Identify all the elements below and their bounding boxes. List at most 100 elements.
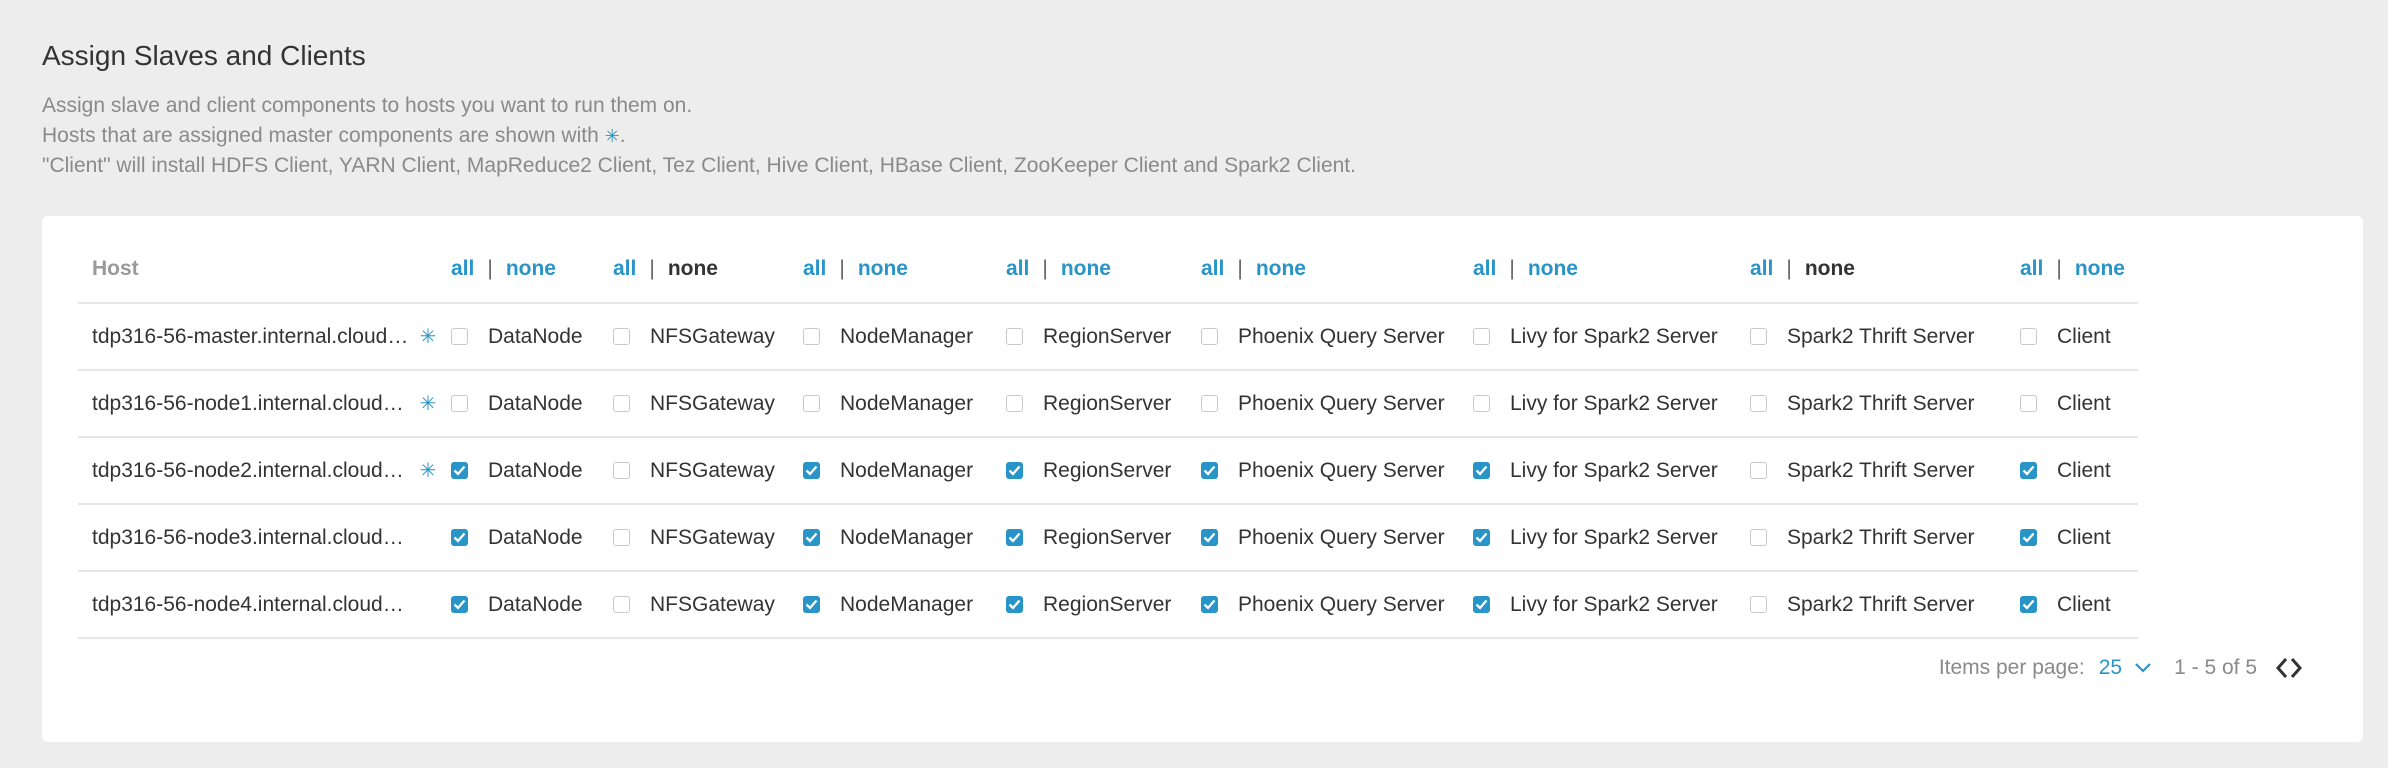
component-checkbox[interactable] — [803, 395, 820, 412]
component-checkbox[interactable] — [803, 596, 820, 613]
component-checkbox[interactable] — [451, 462, 468, 479]
select-none-link[interactable]: none — [506, 257, 556, 281]
component-checkbox[interactable] — [2020, 596, 2037, 613]
component-checkbox[interactable] — [1473, 395, 1490, 412]
component-checkbox[interactable] — [1006, 596, 1023, 613]
component-cell: Client — [2020, 303, 2138, 371]
component-checkbox[interactable] — [451, 395, 468, 412]
chevron-down-icon[interactable] — [2134, 662, 2152, 674]
component-label: NFSGateway — [650, 592, 775, 616]
component-checkbox[interactable] — [1201, 328, 1218, 345]
component-cell: NodeManager — [803, 504, 1006, 572]
select-all-link[interactable]: all — [1750, 257, 1773, 281]
check-icon — [1203, 599, 1216, 610]
page-title: Assign Slaves and Clients — [42, 40, 366, 71]
separator: | — [649, 257, 655, 280]
host-wrap: tdp316-56-node1.internal.cloudapp.net ✳ — [78, 391, 451, 416]
component-cell: RegionServer — [1006, 504, 1201, 572]
component-checkbox[interactable] — [613, 596, 630, 613]
component-label: Client — [2057, 324, 2111, 348]
component-checkbox[interactable] — [1473, 328, 1490, 345]
component-checkbox[interactable] — [803, 529, 820, 546]
select-all-link[interactable]: all — [2020, 257, 2043, 281]
component-checkbox[interactable] — [1750, 328, 1767, 345]
component-checkbox[interactable] — [803, 328, 820, 345]
select-all-link[interactable]: all — [1006, 257, 1029, 281]
select-none-link[interactable]: none — [2075, 257, 2125, 281]
component-cell: Livy for Spark2 Server — [1473, 303, 1750, 371]
select-all-link[interactable]: all — [803, 257, 826, 281]
component-checkbox[interactable] — [1201, 395, 1218, 412]
select-all-link[interactable]: all — [613, 257, 636, 281]
component-option: NFSGateway — [613, 526, 803, 550]
check-icon — [1203, 465, 1216, 476]
select-none-link[interactable]: none — [1256, 257, 1306, 281]
component-checkbox[interactable] — [2020, 462, 2037, 479]
component-checkbox[interactable] — [1006, 529, 1023, 546]
column-header-0: all | none — [451, 236, 613, 304]
component-checkbox[interactable] — [1006, 395, 1023, 412]
component-checkbox[interactable] — [451, 529, 468, 546]
component-checkbox[interactable] — [2020, 395, 2037, 412]
asterisk-icon: ✳ — [419, 460, 437, 482]
component-label: RegionServer — [1043, 592, 1172, 616]
select-all-none-toggle: all | none — [613, 257, 803, 281]
select-none-link[interactable]: none — [858, 257, 908, 281]
component-label: Spark2 Thrift Server — [1787, 391, 1975, 415]
component-checkbox[interactable] — [1473, 462, 1490, 479]
component-checkbox[interactable] — [1750, 462, 1767, 479]
component-checkbox[interactable] — [613, 529, 630, 546]
select-none-link[interactable]: none — [1061, 257, 1111, 281]
component-option: NodeManager — [803, 593, 1006, 617]
component-checkbox[interactable] — [1201, 529, 1218, 546]
component-checkbox[interactable] — [1750, 596, 1767, 613]
component-checkbox[interactable] — [1006, 462, 1023, 479]
component-option: RegionServer — [1006, 325, 1201, 349]
component-checkbox[interactable] — [1473, 596, 1490, 613]
chevron-left-icon[interactable] — [2275, 657, 2289, 679]
component-checkbox[interactable] — [2020, 529, 2037, 546]
component-checkbox[interactable] — [613, 328, 630, 345]
component-checkbox[interactable] — [803, 462, 820, 479]
component-option: NFSGateway — [613, 392, 803, 416]
component-option: Spark2 Thrift Server — [1750, 459, 2020, 483]
component-option: Client — [2020, 325, 2138, 349]
component-checkbox[interactable] — [613, 395, 630, 412]
component-checkbox[interactable] — [1750, 529, 1767, 546]
component-checkbox[interactable] — [451, 328, 468, 345]
host-wrap: tdp316-56-master.internal.cloudapp.net ✳ — [78, 324, 451, 349]
select-none-link[interactable]: none — [1528, 257, 1578, 281]
select-all-link[interactable]: all — [1201, 257, 1224, 281]
component-cell: NFSGateway — [613, 437, 803, 505]
component-checkbox[interactable] — [1201, 596, 1218, 613]
component-checkbox[interactable] — [451, 596, 468, 613]
check-icon — [1008, 599, 1021, 610]
component-label: NFSGateway — [650, 391, 775, 415]
check-icon — [1475, 599, 1488, 610]
check-icon — [1475, 532, 1488, 543]
page-description: Assign slave and client components to ho… — [42, 91, 1356, 181]
check-icon — [1008, 532, 1021, 543]
component-checkbox[interactable] — [1473, 529, 1490, 546]
component-label: Phoenix Query Server — [1238, 324, 1445, 348]
component-checkbox[interactable] — [2020, 328, 2037, 345]
component-option: Phoenix Query Server — [1201, 526, 1473, 550]
chevron-right-icon[interactable] — [2289, 657, 2303, 679]
select-none-link[interactable]: none — [668, 257, 718, 281]
component-cell: Phoenix Query Server — [1201, 437, 1473, 505]
component-option: Phoenix Query Server — [1201, 459, 1473, 483]
component-cell: Spark2 Thrift Server — [1750, 437, 2020, 505]
component-checkbox[interactable] — [1006, 328, 1023, 345]
component-checkbox[interactable] — [1750, 395, 1767, 412]
component-checkbox[interactable] — [613, 462, 630, 479]
column-header-1: all | none — [613, 236, 803, 304]
check-icon — [805, 599, 818, 610]
select-all-link[interactable]: all — [451, 257, 474, 281]
component-checkbox[interactable] — [1201, 462, 1218, 479]
items-per-page-select[interactable]: 25 — [2099, 656, 2122, 680]
component-option: NFSGateway — [613, 459, 803, 483]
component-option: RegionServer — [1006, 392, 1201, 416]
select-none-link[interactable]: none — [1805, 257, 1855, 281]
select-all-link[interactable]: all — [1473, 257, 1496, 281]
host-name: tdp316-56-node4.internal.cloudapp.net — [92, 592, 412, 616]
